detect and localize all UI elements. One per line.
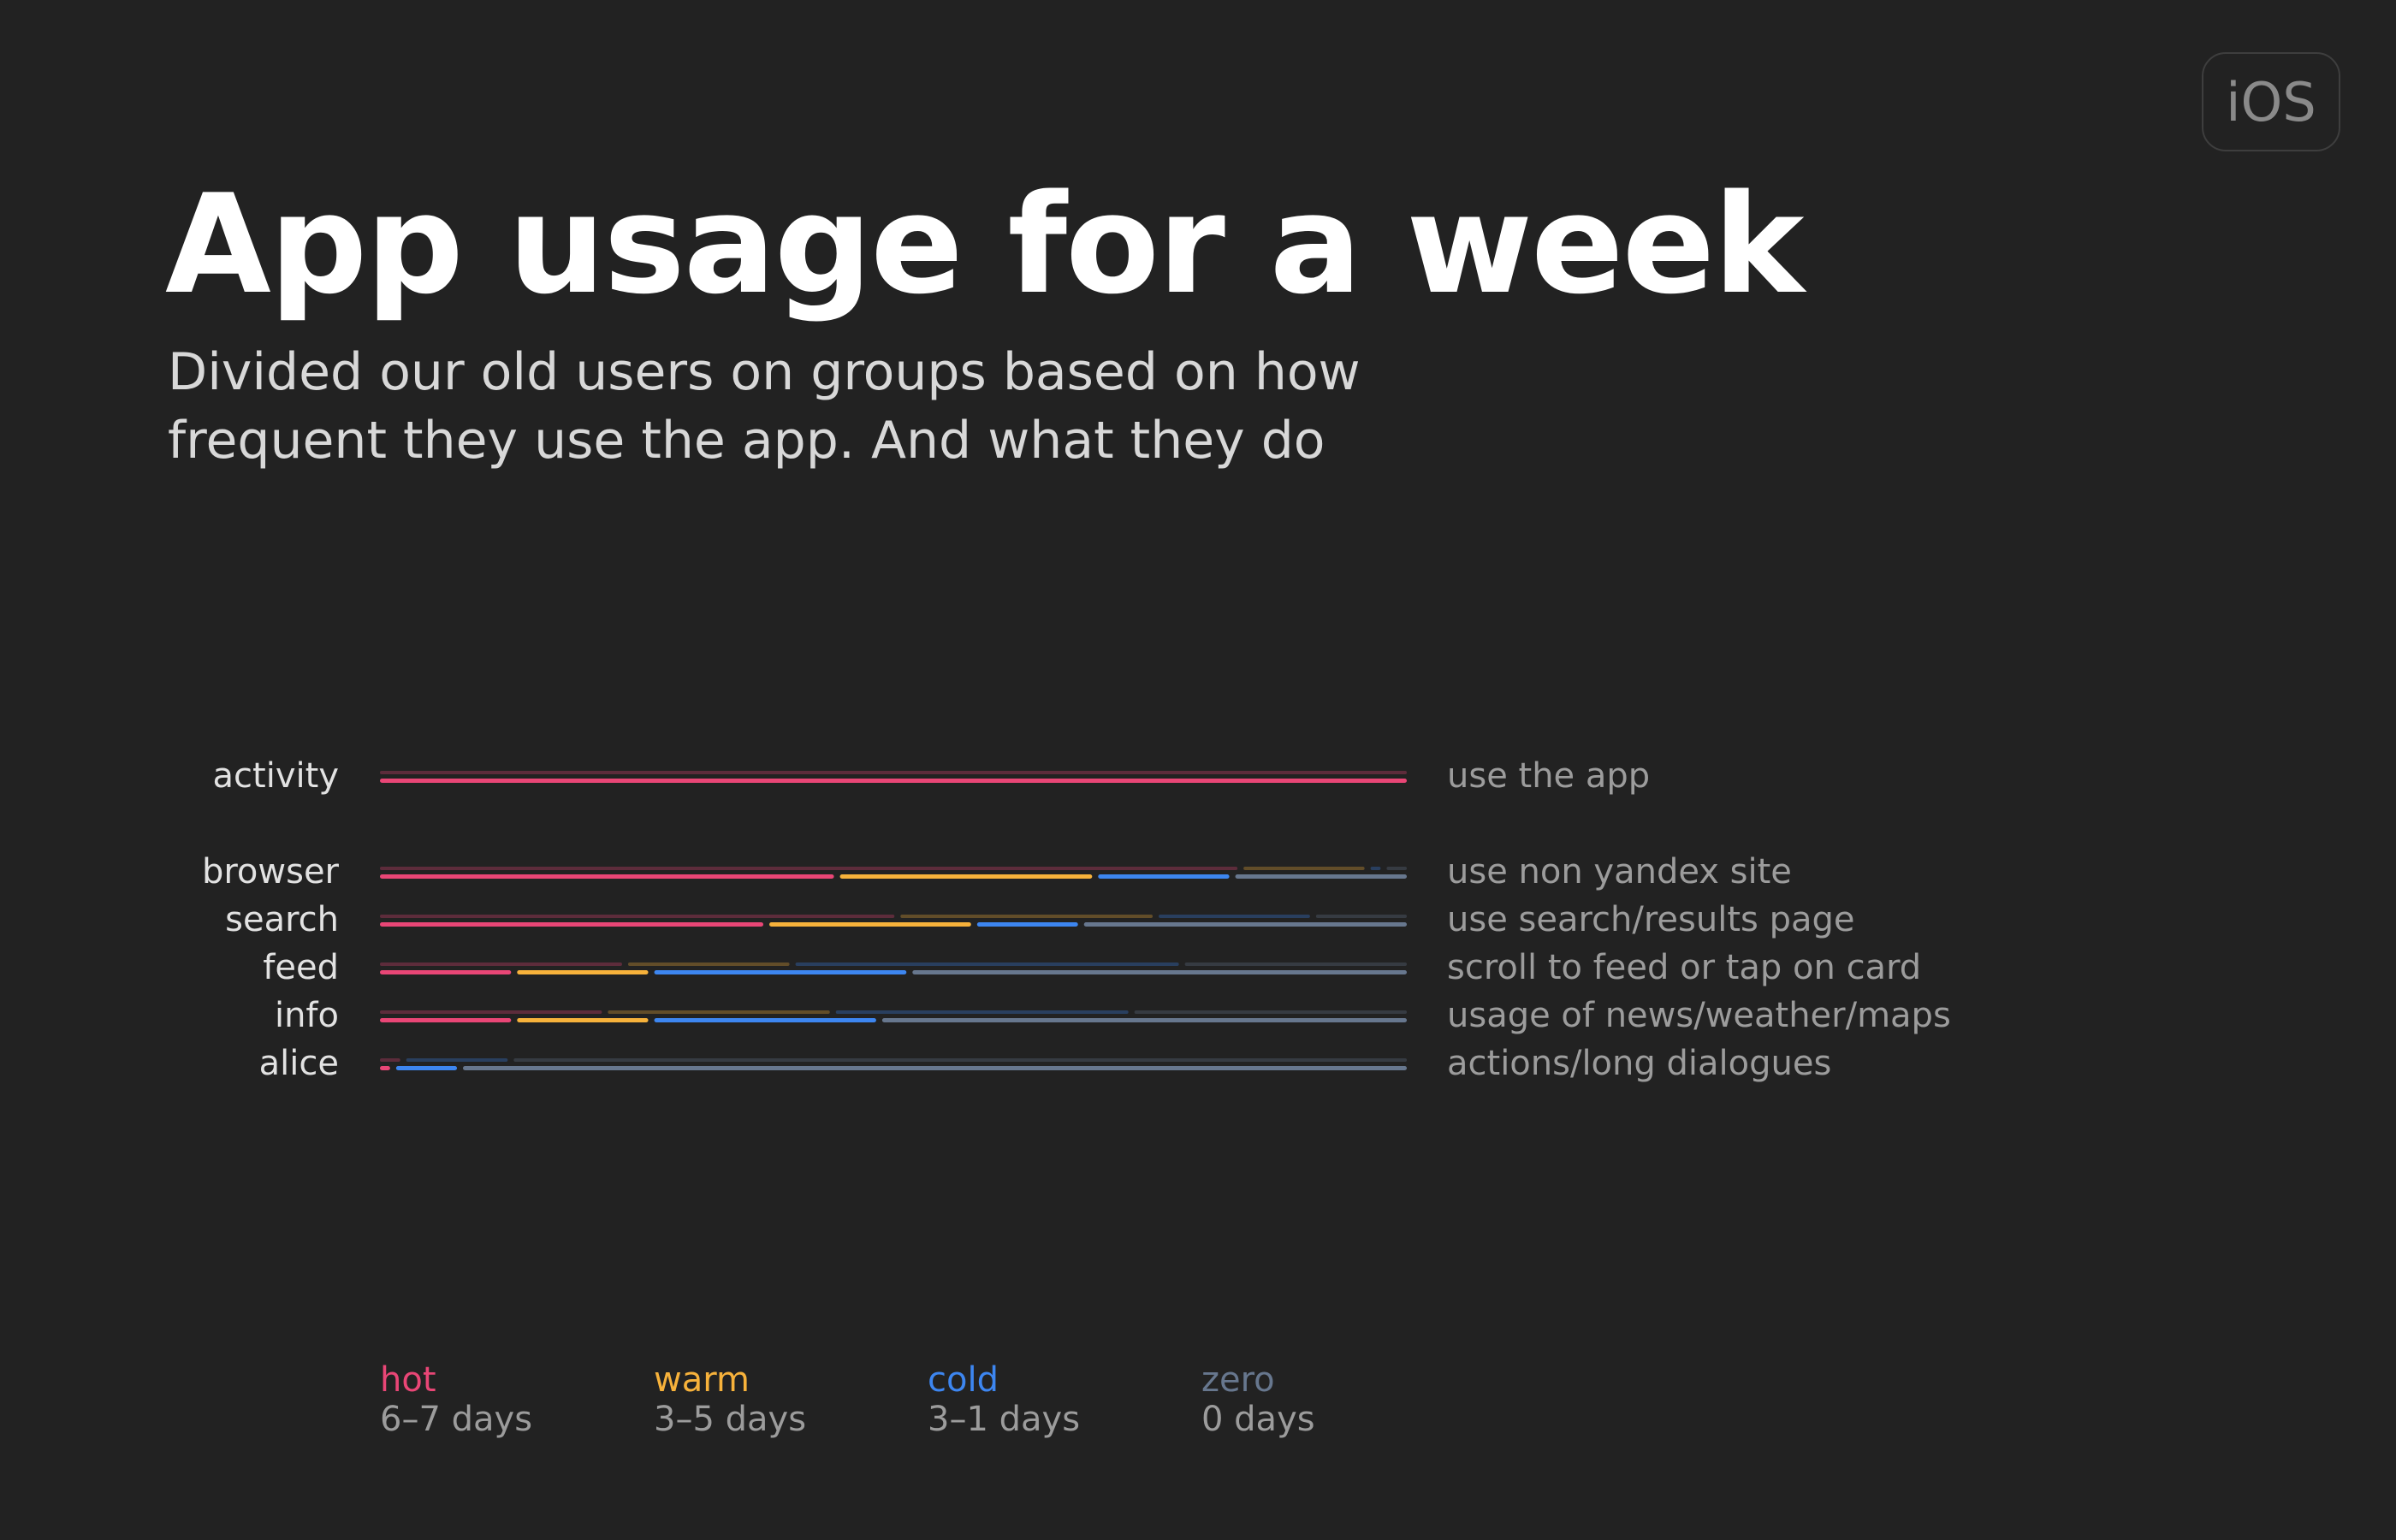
usage-chart bbox=[380, 771, 1407, 1070]
search-hot-bg-segment bbox=[380, 915, 895, 918]
search-cold-bg-segment bbox=[1159, 915, 1310, 918]
row-label-search: search bbox=[225, 900, 339, 939]
legend-range: 6–7 days bbox=[380, 1400, 533, 1439]
legend-range: 0 days bbox=[1201, 1400, 1315, 1439]
info-hot-bg-segment bbox=[380, 1010, 602, 1014]
legend-item-warm: warm 3–5 days bbox=[654, 1360, 806, 1439]
search-warm-segment bbox=[769, 922, 971, 927]
activity-hot-bg-segment bbox=[380, 771, 1407, 774]
feed-warm-bg-segment bbox=[627, 962, 790, 966]
search-cold-segment bbox=[976, 922, 1078, 927]
browser-zero-bg-segment bbox=[1386, 867, 1407, 870]
alice-zero-segment bbox=[463, 1066, 1407, 1070]
browser-hot-bg-segment bbox=[380, 867, 1238, 870]
feed-zero-segment bbox=[912, 970, 1407, 974]
row-label-browser: browser bbox=[201, 852, 339, 891]
browser-warm-bg-segment bbox=[1243, 867, 1365, 870]
row-description-info: usage of news/weather/maps bbox=[1447, 996, 1951, 1035]
feed-zero-bg-segment bbox=[1184, 962, 1407, 966]
browser-hot-segment bbox=[380, 874, 834, 879]
row-description-search: use search/results page bbox=[1447, 900, 1855, 939]
legend-label: zero bbox=[1201, 1360, 1275, 1400]
feed-hot-bg-segment bbox=[380, 962, 622, 966]
row-description-alice: actions/long dialogues bbox=[1447, 1044, 1832, 1083]
browser-cold-bg-segment bbox=[1370, 867, 1381, 870]
browser-warm-segment bbox=[839, 874, 1093, 879]
feed-warm-segment bbox=[517, 970, 649, 974]
alice-hot-segment bbox=[380, 1066, 390, 1070]
activity-hot-segment bbox=[380, 779, 1407, 783]
search-warm-bg-segment bbox=[900, 915, 1154, 918]
legend-item-hot: hot 6–7 days bbox=[380, 1360, 532, 1439]
info-zero-bg-segment bbox=[1134, 1010, 1407, 1014]
feed-cold-bg-segment bbox=[795, 962, 1179, 966]
row-label-feed: feed bbox=[263, 948, 339, 987]
legend-item-zero: zero 0 days bbox=[1201, 1360, 1315, 1439]
search-zero-segment bbox=[1083, 922, 1407, 927]
info-cold-segment bbox=[654, 1018, 876, 1022]
browser-zero-segment bbox=[1235, 874, 1407, 879]
legend-label: hot bbox=[380, 1360, 436, 1400]
legend-range: 3–1 days bbox=[928, 1400, 1081, 1439]
feed-hot-segment bbox=[380, 970, 512, 974]
alice-cold-bg-segment bbox=[406, 1058, 508, 1062]
row-description-feed: scroll to feed or tap on card bbox=[1447, 948, 1922, 987]
row-label-info: info bbox=[274, 996, 339, 1035]
row-description-activity: use the app bbox=[1447, 756, 1651, 796]
info-hot-segment bbox=[380, 1018, 512, 1022]
search-zero-bg-segment bbox=[1315, 915, 1407, 918]
row-label-activity: activity bbox=[212, 756, 339, 796]
legend-label: warm bbox=[654, 1360, 750, 1400]
info-zero-segment bbox=[881, 1018, 1407, 1022]
search-hot-segment bbox=[380, 922, 764, 927]
feed-cold-segment bbox=[654, 970, 907, 974]
alice-zero-bg-segment bbox=[513, 1058, 1407, 1062]
info-warm-bg-segment bbox=[608, 1010, 830, 1014]
row-label-alice: alice bbox=[258, 1044, 339, 1083]
browser-cold-segment bbox=[1098, 874, 1230, 879]
alice-cold-segment bbox=[395, 1066, 458, 1070]
info-cold-bg-segment bbox=[835, 1010, 1129, 1014]
legend-range: 3–5 days bbox=[654, 1400, 807, 1439]
alice-hot-bg-segment bbox=[380, 1058, 400, 1062]
legend-item-cold: cold 3–1 days bbox=[928, 1360, 1080, 1439]
row-description-browser: use non yandex site bbox=[1447, 852, 1792, 891]
info-warm-segment bbox=[517, 1018, 649, 1022]
legend-label: cold bbox=[928, 1360, 999, 1400]
